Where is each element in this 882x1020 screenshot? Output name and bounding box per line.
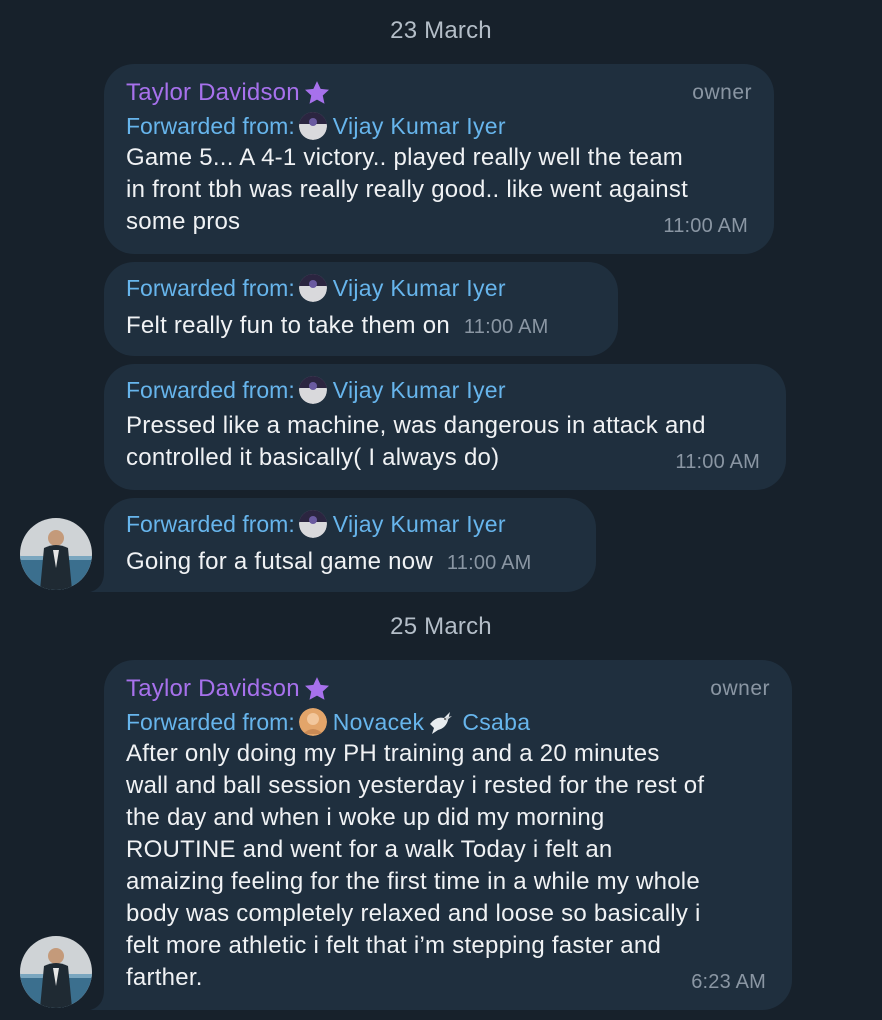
dove-icon — [430, 712, 453, 734]
message-time: 11:00 AM — [663, 215, 748, 237]
star-icon — [304, 677, 329, 700]
forwarded-label: Forwarded from: — [126, 274, 295, 301]
role-badge: owner — [710, 677, 770, 700]
message-text: Game 5... A 4-1 victory.. played really … — [126, 144, 689, 235]
forwarded-header[interactable]: Forwarded from: Vijay Kumar Iyer — [126, 508, 574, 540]
message-time: 11:00 AM — [463, 316, 549, 338]
forwarded-header[interactable]: Forwarded from: Novacek Csaba — [126, 706, 770, 738]
forwarded-header[interactable]: Forwarded from: Vijay Kumar Iyer — [126, 272, 596, 304]
forwarded-name[interactable]: Vijay Kumar Iyer — [333, 511, 506, 538]
forwarded-name[interactable]: Vijay Kumar Iyer — [333, 113, 506, 140]
message-time: 11:00 AM — [675, 451, 760, 473]
bubble-tail — [90, 990, 110, 1010]
forwarded-label: Forwarded from: — [126, 510, 295, 537]
sender-name[interactable]: Taylor Davidson — [126, 675, 300, 703]
forwarded-name[interactable]: Vijay Kumar Iyer — [333, 377, 506, 404]
sender-avatar[interactable] — [20, 518, 92, 590]
message-time: 11:00 AM — [446, 552, 532, 574]
forward-source-avatar — [298, 376, 327, 404]
message-bubble[interactable]: Forwarded from: Vijay Kumar Iyer Pressed… — [104, 364, 786, 490]
forwarded-header[interactable]: Forwarded from: Vijay Kumar Iyer — [126, 110, 752, 142]
forward-source-avatar — [298, 112, 327, 140]
message-bubble[interactable]: Taylor Davidson owner Forwarded from: No… — [90, 660, 792, 1010]
role-badge: owner — [692, 81, 752, 104]
sender-name[interactable]: Taylor Davidson — [126, 79, 300, 107]
message-text: After only doing my PH training and a 20… — [126, 740, 705, 991]
date-separator: 25 March — [390, 613, 492, 640]
message-bubble[interactable]: Forwarded from: Vijay Kumar Iyer Felt re… — [104, 262, 618, 356]
message-text: Pressed like a machine, was dangerous in… — [126, 412, 706, 471]
bubble-tail — [90, 572, 110, 592]
star-icon — [304, 81, 329, 104]
forwarded-name[interactable]: Vijay Kumar Iyer — [333, 275, 506, 302]
forwarded-name-first[interactable]: Novacek — [333, 709, 425, 736]
forward-source-avatar — [298, 274, 327, 302]
forwarded-label: Forwarded from: — [126, 112, 295, 139]
forwarded-label: Forwarded from: — [126, 376, 295, 403]
date-separator: 23 March — [390, 17, 492, 44]
forwarded-label: Forwarded from: — [126, 708, 295, 735]
message-bubble[interactable]: Forwarded from: Vijay Kumar Iyer Going f… — [90, 498, 596, 592]
forward-source-avatar — [298, 510, 327, 538]
avatar-photo — [20, 936, 92, 1008]
message-time: 6:23 AM — [691, 971, 766, 993]
message-text: Going for a futsal game now — [126, 548, 433, 575]
sender-avatar[interactable] — [20, 936, 92, 1008]
forward-source-avatar — [298, 708, 327, 736]
chat-history: 23 March Taylor Davidson owner Forwarded… — [0, 0, 882, 1020]
message-bubble[interactable]: Taylor Davidson owner Forwarded from: Vi… — [104, 64, 774, 254]
forwarded-header[interactable]: Forwarded from: Vijay Kumar Iyer — [126, 374, 764, 406]
avatar-photo — [20, 518, 92, 590]
forwarded-name-last[interactable]: Csaba — [462, 709, 530, 736]
message-text: Felt really fun to take them on — [126, 312, 450, 339]
